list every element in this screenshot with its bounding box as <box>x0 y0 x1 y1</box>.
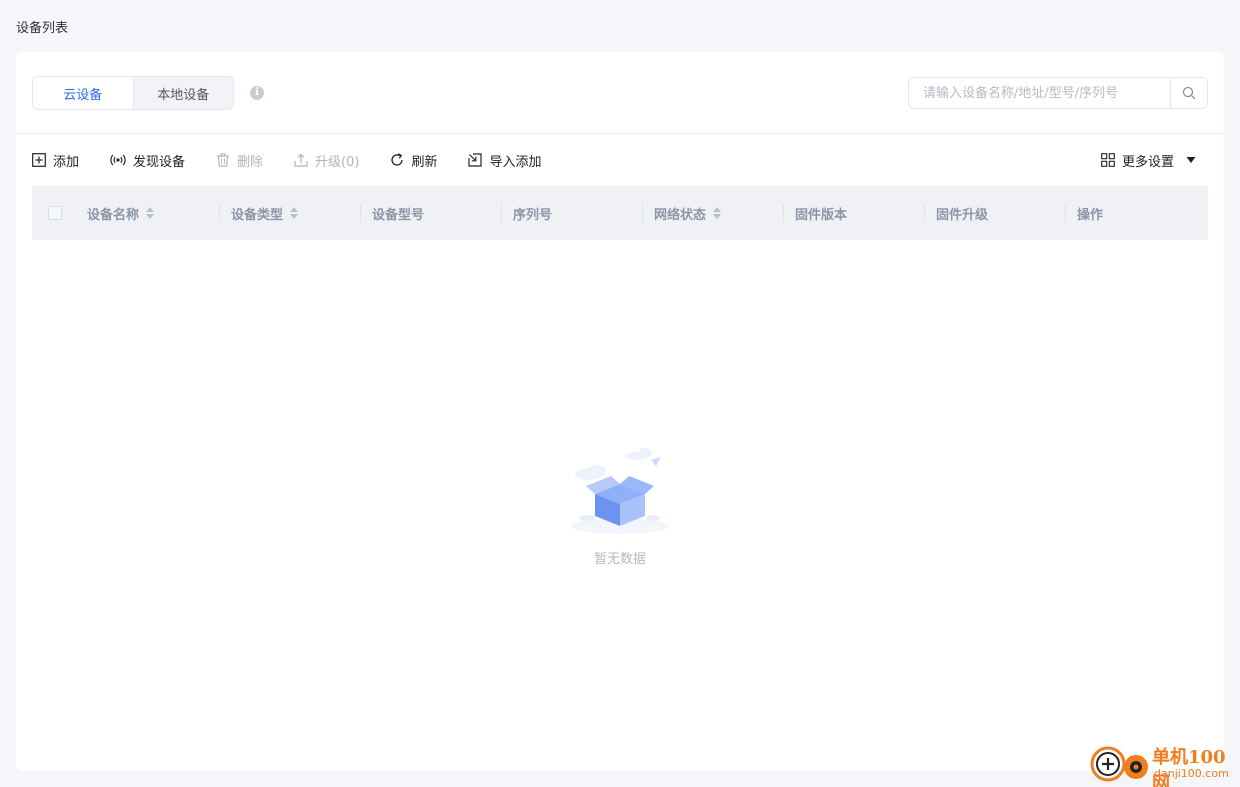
tab-cloud-devices[interactable]: 云设备 <box>33 77 133 109</box>
column-header-firmware-version: 固件版本 <box>795 186 847 240</box>
sort-icon[interactable] <box>713 207 722 219</box>
upload-icon <box>294 153 308 167</box>
more-settings-button[interactable]: 更多设置 <box>1101 150 1196 170</box>
column-separator <box>642 204 643 222</box>
toolbar: 添加 发现设备 删除 升级(0) 刷新 导入添加 <box>32 150 573 170</box>
plus-square-icon <box>32 153 46 167</box>
column-header-device-type[interactable]: 设备类型 <box>231 186 299 240</box>
column-label: 设备名称 <box>87 207 140 223</box>
import-add-label: 导入添加 <box>489 154 542 170</box>
column-label: 固件升级 <box>936 207 989 223</box>
grid-icon <box>1101 153 1115 167</box>
discover-devices-label: 发现设备 <box>133 154 186 170</box>
column-label: 设备类型 <box>231 207 284 223</box>
empty-state: 暂无数据 <box>16 444 1224 567</box>
column-separator <box>783 204 784 222</box>
column-separator <box>924 204 925 222</box>
column-label: 操作 <box>1077 207 1104 223</box>
sort-icon[interactable] <box>146 207 155 219</box>
empty-state-text: 暂无数据 <box>593 552 646 567</box>
column-separator <box>1065 204 1066 222</box>
watermark-url: danji100.com <box>1154 767 1229 780</box>
tab-local-devices[interactable]: 本地设备 <box>132 77 233 109</box>
upgrade-label: 升级(0) <box>315 154 360 170</box>
watermark: 单机100网 danji100.com <box>1090 741 1240 787</box>
search-icon <box>1182 86 1196 100</box>
column-label: 网络状态 <box>654 207 707 223</box>
add-button[interactable]: 添加 <box>32 151 79 170</box>
refresh-button[interactable]: 刷新 <box>390 151 437 170</box>
import-add-button[interactable]: 导入添加 <box>468 151 542 170</box>
watermark-name: 单机100网 <box>1152 747 1226 787</box>
sort-icon[interactable] <box>290 207 299 219</box>
column-separator <box>219 204 220 222</box>
column-header-serial-number: 序列号 <box>513 186 552 240</box>
import-icon <box>468 153 483 167</box>
watermark-logo-icon <box>1090 746 1148 782</box>
table-header: 设备名称 设备类型 设备型号 序列号 网络状态 固件版本 固件升级 操作 <box>32 186 1208 240</box>
column-separator <box>360 204 361 222</box>
column-header-actions: 操作 <box>1077 186 1103 240</box>
refresh-label: 刷新 <box>411 154 438 170</box>
column-label: 设备型号 <box>372 207 425 223</box>
info-icon[interactable]: i <box>250 86 264 100</box>
empty-box-icon <box>572 448 668 534</box>
column-header-device-name[interactable]: 设备名称 <box>87 186 155 240</box>
page-title: 设备列表 <box>16 21 69 36</box>
device-list-panel: 云设备 本地设备 i 添加 <box>16 52 1224 771</box>
upgrade-button[interactable]: 升级(0) <box>294 151 359 170</box>
column-separator <box>501 204 502 222</box>
trash-icon <box>217 153 230 167</box>
broadcast-icon <box>110 154 126 166</box>
select-all-checkbox[interactable] <box>48 206 62 220</box>
header-divider <box>16 133 1224 134</box>
refresh-icon <box>391 153 404 166</box>
column-header-network-status[interactable]: 网络状态 <box>654 186 722 240</box>
more-settings-label: 更多设置 <box>1121 154 1174 170</box>
search-box <box>908 77 1208 109</box>
column-header-firmware-upgrade: 固件升级 <box>936 186 988 240</box>
add-label: 添加 <box>53 154 80 170</box>
column-label: 固件版本 <box>795 207 848 223</box>
discover-devices-button[interactable]: 发现设备 <box>110 151 185 170</box>
delete-label: 删除 <box>237 154 264 170</box>
column-label: 序列号 <box>513 207 553 223</box>
caret-down-icon <box>1186 157 1196 163</box>
search-input[interactable] <box>909 78 1170 108</box>
search-button[interactable] <box>1170 78 1207 108</box>
device-source-tabs: 云设备 本地设备 <box>32 76 234 110</box>
delete-button[interactable]: 删除 <box>216 151 263 170</box>
column-header-device-model: 设备型号 <box>372 186 424 240</box>
